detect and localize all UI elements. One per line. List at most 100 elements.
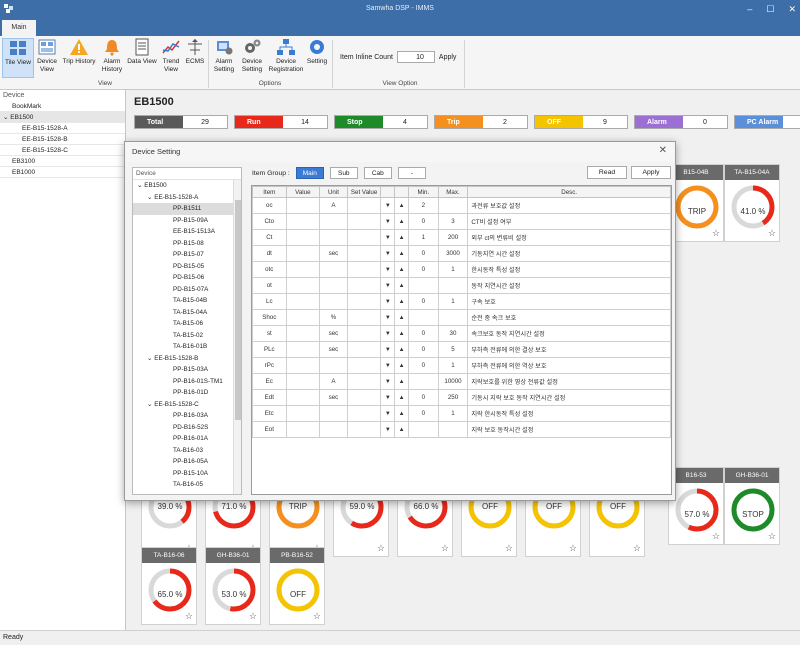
chevron-down-icon[interactable]: ⌄: [137, 182, 142, 189]
dialog-tree-item[interactable]: PP-B15-09A: [133, 215, 241, 227]
dialog-tree-item[interactable]: TA-B15-04A: [133, 307, 241, 319]
dialog-tree-item[interactable]: PD-B15-06: [133, 272, 241, 284]
increase-button[interactable]: ▲: [394, 421, 410, 438]
chevron-down-icon[interactable]: ⌄: [147, 355, 152, 362]
dialog-tree-item[interactable]: PP-B15-10A: [133, 468, 241, 480]
bookmark-star-icon[interactable]: ☆: [768, 531, 776, 542]
bookmark-star-icon[interactable]: ☆: [249, 611, 257, 622]
increase-button[interactable]: ▲: [394, 261, 410, 278]
increase-button[interactable]: ▲: [394, 197, 410, 214]
increase-button[interactable]: ▲: [394, 341, 410, 358]
set-value-cell[interactable]: [346, 309, 382, 326]
dialog-tree-item[interactable]: ⌄ EE-B15-1528-A: [133, 192, 241, 204]
bookmark-star-icon[interactable]: ☆: [441, 543, 449, 554]
increase-button[interactable]: ▲: [394, 309, 410, 326]
decrease-button[interactable]: ▼: [380, 341, 396, 358]
dialog-tree-item[interactable]: TA-B15-04B: [133, 295, 241, 307]
decrease-button[interactable]: ▼: [380, 421, 396, 438]
set-value-cell[interactable]: [346, 293, 382, 310]
set-value-cell[interactable]: [346, 277, 382, 294]
tree-item-ee-a[interactable]: EE-B15-1528-A: [0, 123, 125, 134]
set-value-cell[interactable]: [346, 229, 382, 246]
dialog-tree-item[interactable]: TA-B16-05: [133, 479, 241, 491]
dialog-tree-item[interactable]: ⌄ EB1500: [133, 180, 241, 192]
dialog-tree-item[interactable]: TA-B15-06: [133, 318, 241, 330]
decrease-button[interactable]: ▼: [380, 277, 396, 294]
set-value-cell[interactable]: [346, 325, 382, 342]
decrease-button[interactable]: ▼: [380, 357, 396, 374]
group-cab-button[interactable]: Cab: [363, 167, 392, 179]
decrease-button[interactable]: ▼: [380, 405, 396, 422]
dialog-tree-item[interactable]: PP-B1511: [133, 203, 241, 215]
setting-button[interactable]: Setting: [306, 38, 328, 66]
dialog-tree-item[interactable]: ⌄ EE-B15-1528-C: [133, 399, 241, 411]
dialog-tree-item[interactable]: PP-B15-08: [133, 238, 241, 250]
decrease-button[interactable]: ▼: [380, 197, 396, 214]
bookmark-star-icon[interactable]: ☆: [377, 543, 385, 554]
device-registration-button[interactable]: Device Registration: [266, 38, 306, 74]
device-card[interactable]: B15-04B TRIP ☆: [668, 164, 724, 242]
increase-button[interactable]: ▲: [394, 405, 410, 422]
increase-button[interactable]: ▲: [394, 277, 410, 294]
dialog-tree-item[interactable]: PD-B15-05: [133, 261, 241, 273]
decrease-button[interactable]: ▼: [380, 373, 396, 390]
device-card[interactable]: TA-B15-04A 41.0 % ☆: [724, 164, 780, 242]
device-card[interactable]: B16-53 57.0 % ☆: [668, 467, 724, 545]
decrease-button[interactable]: ▼: [380, 245, 396, 262]
group-dash-button[interactable]: -: [397, 167, 426, 179]
dialog-tree-item[interactable]: PP-B16-05A: [133, 456, 241, 468]
device-card[interactable]: TA-B16-06 65.0 % ☆: [141, 547, 197, 625]
scrollbar-thumb[interactable]: [235, 200, 241, 420]
set-value-cell[interactable]: [346, 405, 382, 422]
ecms-button[interactable]: ECMS: [184, 38, 206, 66]
decrease-button[interactable]: ▼: [380, 261, 396, 278]
close-icon[interactable]: ✕: [788, 0, 796, 18]
chevron-down-icon[interactable]: ⌄: [147, 401, 152, 408]
increase-button[interactable]: ▲: [394, 245, 410, 262]
apply-button[interactable]: Apply: [631, 166, 671, 179]
dialog-tree-item[interactable]: PP-B16-03A: [133, 410, 241, 422]
tree-item-eb1000[interactable]: EB1000: [0, 167, 125, 178]
increase-button[interactable]: ▲: [394, 325, 410, 342]
dialog-tree-item[interactable]: PD-B16-52S: [133, 422, 241, 434]
device-setting-button[interactable]: Device Setting: [238, 38, 266, 74]
bookmark-star-icon[interactable]: ☆: [633, 543, 641, 554]
dialog-tree-item[interactable]: PD-B15-07A: [133, 284, 241, 296]
group-main-button[interactable]: Main: [295, 167, 324, 179]
dialog-close-icon[interactable]: ✕: [659, 145, 667, 156]
set-value-cell[interactable]: [346, 245, 382, 262]
alarm-history-button[interactable]: Alarm History: [100, 38, 124, 74]
bookmark-star-icon[interactable]: ☆: [768, 228, 776, 239]
read-button[interactable]: Read: [587, 166, 627, 179]
dialog-tree-item[interactable]: TA-B16-01B: [133, 341, 241, 353]
trip-history-button[interactable]: Trip History: [60, 38, 98, 66]
tree-item-bookmark[interactable]: BookMark: [0, 101, 125, 112]
set-value-cell[interactable]: [346, 341, 382, 358]
dialog-tree-item[interactable]: EE-B15-1513A: [133, 226, 241, 238]
inline-apply-button[interactable]: Apply: [439, 54, 457, 61]
bookmark-star-icon[interactable]: ☆: [505, 543, 513, 554]
device-card[interactable]: GH-B36-01 53.0 % ☆: [205, 547, 261, 625]
device-card[interactable]: PB-B16-52 OFF ☆: [269, 547, 325, 625]
device-card[interactable]: GH-B36-01 STOP ☆: [724, 467, 780, 545]
trend-view-button[interactable]: Trend View: [160, 38, 182, 74]
bookmark-star-icon[interactable]: ☆: [712, 228, 720, 239]
increase-button[interactable]: ▲: [394, 213, 410, 230]
dialog-tree-item[interactable]: TA-B16-03: [133, 445, 241, 457]
group-sub-button[interactable]: Sub: [329, 167, 358, 179]
tree-scrollbar[interactable]: [233, 180, 241, 494]
data-view-button[interactable]: Data View: [126, 38, 158, 66]
dialog-tree-item[interactable]: ⌄ EE-B15-1528-B: [133, 353, 241, 365]
set-value-cell[interactable]: [346, 197, 382, 214]
device-view-button[interactable]: Device View: [36, 38, 58, 74]
dialog-tree-item[interactable]: PP-B15-07: [133, 249, 241, 261]
dialog-tree-item[interactable]: PP-B16-01D: [133, 387, 241, 399]
chevron-down-icon[interactable]: ⌄: [147, 194, 152, 201]
dialog-tree-item[interactable]: PP-B15-03A: [133, 364, 241, 376]
decrease-button[interactable]: ▼: [380, 229, 396, 246]
tree-item-ee-b[interactable]: EE-B15-1528-B: [0, 134, 125, 145]
tree-item-ee-c[interactable]: EE-B15-1528-C: [0, 145, 125, 156]
bookmark-star-icon[interactable]: ☆: [313, 611, 321, 622]
maximize-icon[interactable]: ☐: [766, 0, 774, 18]
decrease-button[interactable]: ▼: [380, 309, 396, 326]
